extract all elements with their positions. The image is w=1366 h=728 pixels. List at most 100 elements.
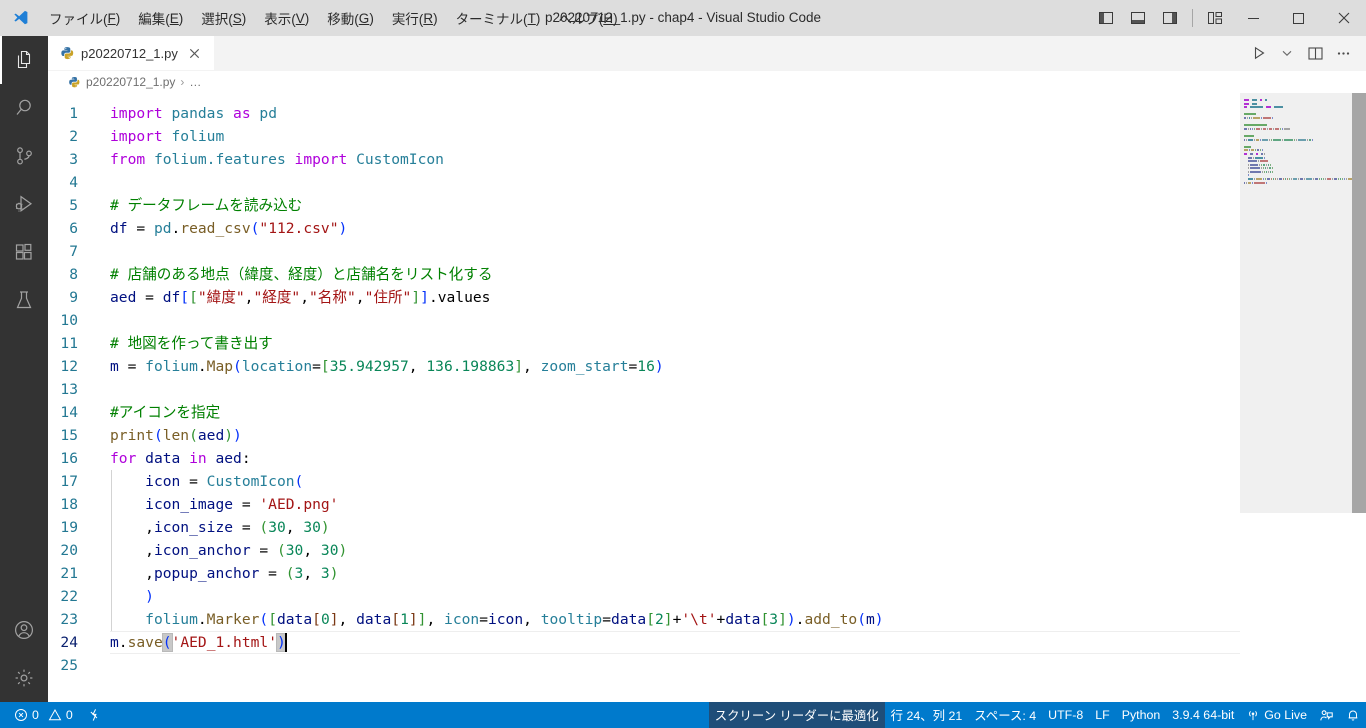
sidebar-item-testing[interactable] [0, 276, 48, 324]
token: , [300, 289, 310, 306]
sidebar-item-run-and-debug[interactable] [0, 180, 48, 228]
token: for [110, 450, 137, 467]
code-line[interactable]: 1 import pandas as pd [48, 102, 1240, 125]
token: , [408, 358, 427, 375]
code-line[interactable]: 2 import folium [48, 125, 1240, 148]
menu-item-6[interactable]: ターミナル(T) [447, 0, 550, 36]
sidebar-item-search[interactable] [0, 84, 48, 132]
token: in [189, 450, 207, 467]
code-line[interactable]: 17 icon = CustomIcon( [48, 470, 1240, 493]
ports-status[interactable] [81, 702, 107, 728]
run-python-file-button[interactable] [1246, 39, 1272, 67]
eol-status[interactable]: LF [1089, 702, 1115, 728]
tab-close-icon[interactable] [186, 44, 204, 62]
cursor-position-status[interactable]: 行 24、列 21 [885, 702, 969, 728]
code-line[interactable]: 15 print(len(aed)) [48, 424, 1240, 447]
code-surface[interactable]: 1 import pandas as pd 2 import folium 3 from … [48, 93, 1240, 702]
code-line[interactable]: 3 from folium.features import CustomIcon [48, 148, 1240, 171]
code-text: ,icon_size = (30, 30) [94, 516, 330, 539]
code-line[interactable]: 9 aed = df[["緯度","経度","名称","住所"]].values [48, 286, 1240, 309]
run-dropdown-chevron-icon[interactable] [1274, 39, 1300, 67]
token: = [233, 519, 260, 536]
go-live-status[interactable]: Go Live [1240, 702, 1313, 728]
screen-reader-status[interactable]: スクリーン リーダーに最適化 [708, 702, 885, 728]
token: ) [145, 588, 154, 605]
code-line[interactable]: 16 for data in aed: [48, 447, 1240, 470]
error-count: 0 [32, 708, 39, 722]
split-editor-right-button[interactable] [1302, 39, 1328, 67]
code-line[interactable]: 18 icon_image = 'AED.png' [48, 493, 1240, 516]
code-line[interactable]: 8 # 店舗のある地点（緯度、経度）と店舗名をリスト化する [48, 263, 1240, 286]
minimap[interactable] [1240, 93, 1352, 702]
code-line[interactable]: 6 df = pd.read_csv("112.csv") [48, 217, 1240, 240]
toggle-primary-sidebar-icon[interactable] [1090, 0, 1122, 36]
code-line[interactable]: 11 # 地図を作って書き出す [48, 332, 1240, 355]
code-line[interactable]: 19 ,icon_size = (30, 30) [48, 516, 1240, 539]
more-actions-button[interactable] [1330, 39, 1356, 67]
code-line[interactable]: 25 [48, 654, 1240, 677]
scrollbar-thumb[interactable] [1352, 93, 1366, 513]
line-number: 2 [69, 128, 78, 145]
code-line[interactable]: 21 ,popup_anchor = (3, 3) [48, 562, 1240, 585]
token: , [523, 611, 541, 628]
maximize-restore-button[interactable] [1276, 0, 1321, 36]
code-line[interactable]: 5 # データフレームを読み込む [48, 194, 1240, 217]
code-line[interactable]: 10 [48, 309, 1240, 332]
menu-item-3[interactable]: 表示(V) [255, 0, 318, 36]
token: import [294, 151, 348, 168]
close-button[interactable] [1321, 0, 1366, 36]
language-mode-status[interactable]: Python [1116, 702, 1167, 728]
token: m [865, 611, 875, 628]
toggle-secondary-sidebar-icon[interactable] [1154, 0, 1186, 36]
menu-item-0[interactable]: ファイル(F) [40, 0, 129, 36]
code-line[interactable]: 4 [48, 171, 1240, 194]
sidebar-item-source-control[interactable] [0, 132, 48, 180]
notifications-status[interactable] [1340, 702, 1366, 728]
minimize-button[interactable] [1231, 0, 1276, 36]
breadcrumb-item-file[interactable]: p20220712_1.py [68, 75, 175, 89]
tab-label: p20220712_1.py [81, 45, 178, 61]
toggle-panel-icon[interactable] [1122, 0, 1154, 36]
token: # 店舗のある地点（緯度、経度）と店舗名をリスト化する [110, 266, 493, 283]
accounts-button[interactable] [0, 606, 48, 654]
code-line[interactable]: 24 m.save('AED_1.html') [48, 631, 1240, 654]
code-line[interactable]: 22 ) [48, 585, 1240, 608]
minimap-slider[interactable] [1240, 93, 1352, 513]
python-interpreter-status[interactable]: 3.9.4 64-bit [1166, 702, 1240, 728]
customize-layout-icon[interactable] [1199, 0, 1231, 36]
token: : [241, 450, 251, 467]
python-icon [68, 76, 81, 89]
token: = [180, 473, 207, 490]
menu-item-2[interactable]: 選択(S) [192, 0, 255, 36]
token: ] [408, 611, 418, 628]
indentation-status[interactable]: スペース: 4 [968, 702, 1042, 728]
token: ( [285, 565, 295, 582]
encoding-status[interactable]: UTF-8 [1042, 702, 1089, 728]
code-line[interactable]: 23 folium.Marker([data[0], data[1]], ico… [48, 608, 1240, 631]
editor-scrollbar[interactable] [1352, 93, 1366, 702]
indent-guide [111, 608, 112, 631]
menu-item-5[interactable]: 実行(R) [383, 0, 447, 36]
menu-item-1[interactable]: 編集(E) [129, 0, 192, 36]
sidebar-item-extensions[interactable] [0, 228, 48, 276]
code-line[interactable]: 20 ,icon_anchor = (30, 30) [48, 539, 1240, 562]
line-number: 24 [60, 634, 78, 651]
feedback-status[interactable] [1313, 702, 1340, 728]
breadcrumb-item-symbol[interactable]: … [189, 75, 201, 89]
menu-bar[interactable]: ファイル(F) 編集(E) 選択(S) 表示(V) 移動(G) 実行(R) ターミナル(T)… [40, 0, 627, 36]
menu-item-4[interactable]: 移動(G) [318, 0, 383, 36]
sidebar-item-explorer[interactable] [0, 36, 48, 84]
code-line[interactable]: 14 #アイコンを指定 [48, 401, 1240, 424]
code-line[interactable]: 7 [48, 240, 1240, 263]
code-line[interactable]: 13 [48, 378, 1240, 401]
code-line[interactable]: 12 m = folium.Map(location=[35.942957, 13… [48, 355, 1240, 378]
indent-guide [111, 516, 112, 539]
tab-p20220712_1-py[interactable]: p20220712_1.py [48, 36, 215, 70]
manage-settings-button[interactable] [0, 654, 48, 702]
menu-item-7[interactable]: ヘルプ(H) [549, 0, 626, 36]
problems-status[interactable]: 0 0 [8, 702, 79, 728]
token: [ [189, 289, 198, 306]
token: = [479, 611, 488, 628]
